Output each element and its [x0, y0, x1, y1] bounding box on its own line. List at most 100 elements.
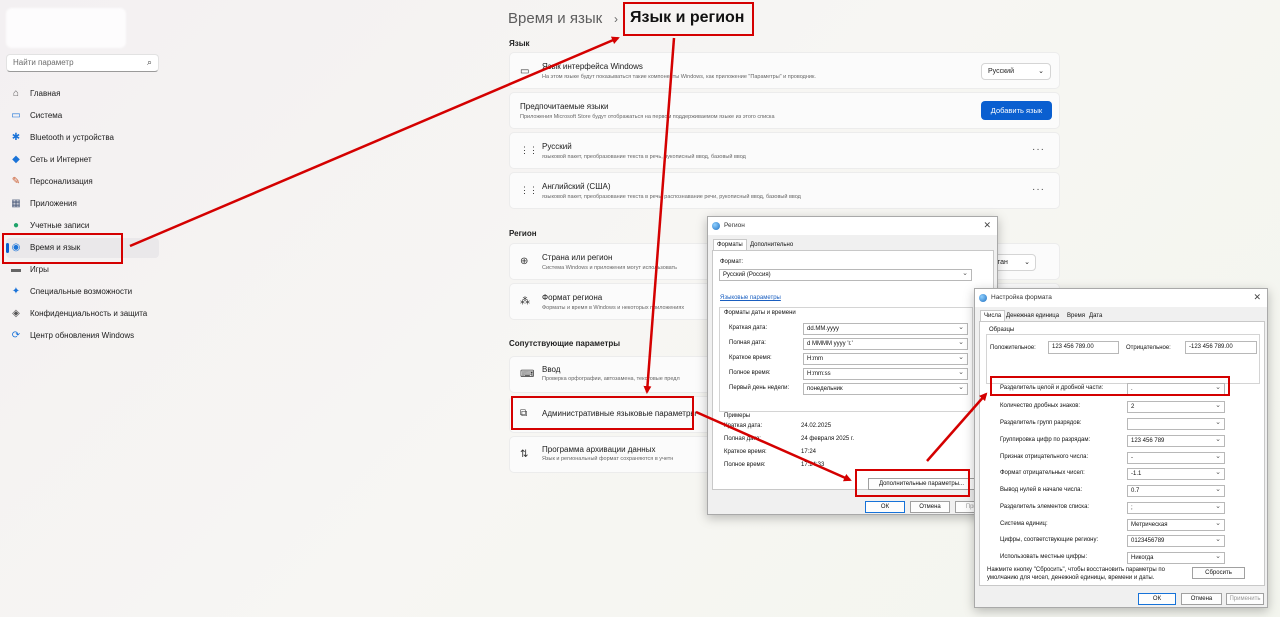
long-time-label: Полное время: [729, 370, 771, 376]
short-time-label: Краткое время: [729, 355, 772, 361]
sidebar-item-accessibility[interactable]: ✦ Специальные возможности [6, 282, 159, 302]
tab-advanced[interactable]: Дополнительно [747, 240, 796, 250]
long-date-select[interactable]: d MMMM yyyy 'г.' [803, 338, 968, 350]
sidebar-item-update[interactable]: ⟳ Центр обновления Windows [6, 326, 159, 346]
drag-handle-icon[interactable]: ⋮⋮ [520, 145, 538, 156]
long-time-select[interactable]: H:mm:ss [803, 368, 968, 380]
sidebar-item-label: Сеть и Интернет [30, 155, 92, 164]
chevron-down-icon: ⌄ [1038, 68, 1044, 75]
ok-button[interactable]: ОК [865, 501, 905, 513]
tab-numbers[interactable]: Числа [980, 310, 1006, 321]
keyboard-icon: ⌨ [520, 369, 535, 380]
display-language-dropdown[interactable]: Русский ⌄ [981, 63, 1051, 80]
highlight-time-language [2, 233, 123, 264]
close-icon[interactable]: ✕ [1253, 292, 1261, 303]
select-value: 0.7 [1131, 488, 1140, 494]
backup-icon: ⇅ [520, 449, 529, 460]
sidebar-item-bluetooth[interactable]: ✱ Bluetooth и устройства [6, 128, 159, 148]
select-value: понедельник [807, 386, 843, 392]
card-subtitle: языковой пакет, преобразование текста в … [542, 154, 746, 160]
positive-sample: 123 456 789.00 [1048, 341, 1119, 354]
section-region: Регион [509, 229, 537, 238]
reset-button[interactable]: Сбросить [1192, 567, 1245, 579]
decimal-digits-select[interactable]: 2 [1127, 401, 1225, 413]
add-language-button[interactable]: Добавить язык [981, 101, 1052, 120]
gamepad-icon: ▬ [11, 264, 21, 275]
cancel-button[interactable]: Отмена [1181, 593, 1222, 605]
example-value: 17:24:33 [801, 462, 825, 468]
sidebar-item-label: Конфиденциальность и защита [30, 309, 148, 318]
bluetooth-icon: ✱ [11, 132, 21, 143]
tab-formats[interactable]: Форматы [713, 239, 747, 250]
short-date-label: Краткая дата: [729, 325, 768, 331]
reset-note: Нажмите кнопку "Сбросить", чтобы восстан… [987, 567, 1165, 581]
first-day-label: Первый день недели: [729, 385, 790, 391]
sidebar-item-label: Центр обновления Windows [30, 331, 135, 340]
dialog-title: Регион [724, 222, 745, 229]
sidebar-item-home[interactable]: ⌂ Главная [6, 84, 159, 104]
close-icon[interactable]: ✕ [983, 220, 991, 231]
search-input[interactable]: Найти параметр ⌕ [6, 54, 159, 72]
short-time-select[interactable]: H:mm [803, 353, 968, 365]
card-subtitle: Язык и региональный формат сохраняются в… [542, 456, 674, 462]
breadcrumb-parent[interactable]: Время и язык [508, 10, 602, 27]
leading-zeros-select[interactable]: 0.7 [1127, 485, 1225, 497]
dialog-titlebar: Регион ✕ [708, 217, 997, 235]
more-options-icon[interactable]: ··· [1032, 144, 1045, 155]
sidebar-item-personalization[interactable]: ✎ Персонализация [6, 172, 159, 192]
sidebar-item-label: Главная [30, 89, 61, 98]
card-subtitle: языковой пакет, преобразование текста в … [542, 194, 801, 200]
dialog-titlebar: Настройка формата ✕ [975, 289, 1267, 307]
dropdown-value: тан [997, 259, 1008, 266]
sidebar-item-apps[interactable]: ▦ Приложения [6, 194, 159, 214]
card-title: Ввод [542, 365, 561, 374]
update-icon: ⟳ [11, 330, 21, 341]
digit-grouping-select[interactable]: 123 456 789 [1127, 435, 1225, 447]
positive-label: Положительное: [990, 345, 1036, 351]
sidebar-item-network[interactable]: ◆ Сеть и Интернет [6, 150, 159, 170]
select-value: - [1131, 455, 1133, 461]
sidebar-item-label: Специальные возможности [30, 287, 133, 296]
sidebar-item-system[interactable]: ▭ Система [6, 106, 159, 126]
native-digits-select[interactable]: 0123456789 [1127, 535, 1225, 547]
format-icon: ⁂ [520, 296, 530, 307]
apps-icon: ▦ [11, 198, 21, 209]
negative-format-select[interactable]: -1.1 [1127, 468, 1225, 480]
language-item-russian[interactable]: ⋮⋮ Русский языковой пакет, преобразовани… [509, 132, 1060, 169]
preferred-languages-card: Предпочитаемые языки Приложения Microsof… [509, 92, 1060, 129]
language-settings-link[interactable]: Языковые параметры [720, 295, 781, 301]
section-language: Язык [509, 39, 530, 48]
short-date-select[interactable]: dd.MM.yyyy [803, 323, 968, 335]
cancel-button[interactable]: Отмена [910, 501, 950, 513]
select-value: Русский (Россия) [723, 272, 771, 278]
tab-date[interactable]: Дата [1086, 311, 1105, 321]
measurement-select[interactable]: Метрическая [1127, 519, 1225, 531]
negative-sign-select[interactable]: - [1127, 452, 1225, 464]
tab-time[interactable]: Время [1064, 311, 1088, 321]
wifi-icon: ◆ [12, 154, 20, 165]
use-native-digits-select[interactable]: Никогда [1127, 552, 1225, 564]
select-value: ; [1131, 505, 1133, 511]
decimal-digits-label: Количество дробных знаков: [1000, 403, 1081, 409]
tab-currency[interactable]: Денежная единица [1003, 311, 1062, 321]
sidebar-item-privacy[interactable]: ◈ Конфиденциальность и защита [6, 304, 159, 324]
ok-button[interactable]: ОК [1138, 593, 1176, 605]
first-day-select[interactable]: понедельник [803, 383, 968, 395]
negative-label: Отрицательное: [1126, 345, 1171, 351]
apply-button[interactable]: Применить [1226, 593, 1264, 605]
monitor-icon: ▭ [520, 66, 530, 77]
drag-handle-icon[interactable]: ⋮⋮ [520, 185, 538, 196]
more-options-icon[interactable]: ··· [1032, 184, 1045, 195]
format-label: Формат: [720, 259, 743, 265]
language-item-english[interactable]: ⋮⋮ Английский (США) языковой пакет, прео… [509, 172, 1060, 209]
card-subtitle: На этом языке будут показываться такие к… [542, 74, 816, 80]
examples-title: Примеры [724, 413, 751, 419]
measurement-label: Система единиц: [1000, 521, 1048, 527]
group-separator-select[interactable] [1127, 418, 1225, 430]
select-value: 0123456789 [1131, 538, 1165, 544]
account-header [6, 8, 126, 48]
format-select[interactable]: Русский (Россия) [719, 269, 972, 281]
section-related: Сопутствующие параметры [509, 339, 621, 348]
list-separator-select[interactable]: ; [1127, 502, 1225, 514]
native-digits-label: Цифры, соответствующие региону: [1000, 537, 1099, 543]
